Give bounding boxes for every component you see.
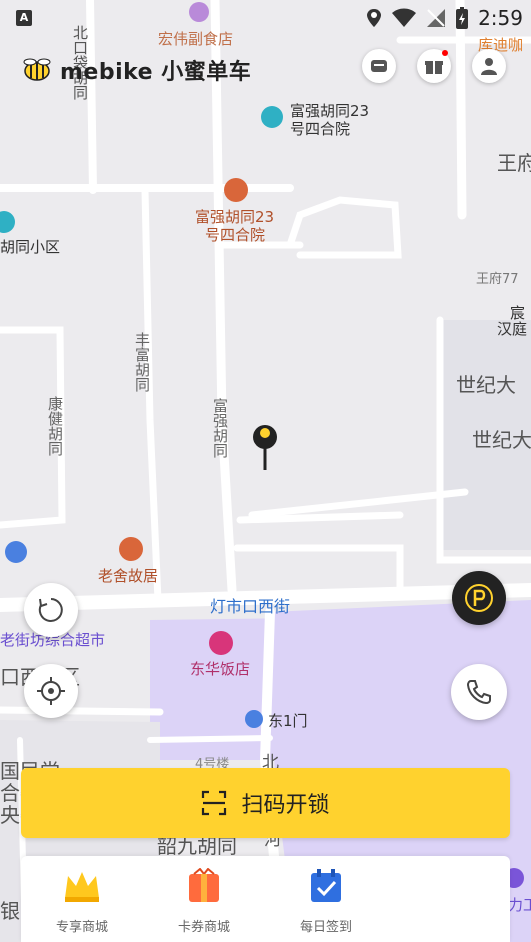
notification-dot [442,50,448,56]
phone-icon [466,680,491,705]
gift-button[interactable] [417,49,451,83]
user-icon [481,58,497,75]
scan-icon [202,790,227,816]
nav-label-daily-checkin: 每日签到 [299,920,352,935]
gift-icon [425,61,443,74]
map-label-fengfu: 丰富胡同 [133,332,151,393]
nav-item-daily-checkin[interactable]: 每日签到 [271,868,381,935]
museum-poi-icon [119,537,143,561]
map-label-wangfu: 王府 [497,151,531,175]
nav-item-vip-mall[interactable]: 专享商城 [27,868,137,935]
status-bar: A 2:59 [0,0,531,36]
map-label-laoshe: 老舍故居 [98,567,158,585]
map-label-fuqiang-b2: 号四合院 [205,226,265,244]
gate-poi-icon [245,710,263,728]
battery-icon [456,7,469,29]
cabinet-button[interactable] [362,49,396,83]
hotel-poi-icon [209,631,233,655]
no-signal-icon [427,9,446,27]
refresh-icon [38,598,63,622]
status-badge: A [16,10,32,26]
bee-logo-icon [23,58,51,81]
map-label-fuqiang-road: 富强胡同 [211,397,229,459]
map-label-dengshikou: 灯市口西街 [210,597,290,616]
landmark-poi-icon [224,178,248,202]
nav-label-vip-mall: 专享商城 [55,920,108,935]
cabinet-icon [371,60,387,72]
map-label-shijidasha-2: 世纪大 [472,428,531,452]
wifi-icon [392,8,417,27]
locate-icon [37,677,65,705]
map-label-yin: 银 [0,899,20,923]
map-label-shijidasha-1: 世纪大 [456,373,516,397]
scan-unlock-button[interactable]: 扫码开锁 [21,768,510,838]
hospital-poi-icon [261,106,283,128]
map-label-donghua: 东华饭店 [190,660,250,678]
brand-name: mebike 小蜜单车 [60,60,252,85]
map-label-fuqiang-poi-1: 富强胡同23 [290,102,369,120]
map-label-fuqiang-b1: 富强胡同23 [195,208,274,226]
nav-item-coupon-mall[interactable]: 卡券商城 [149,867,259,935]
clock: 2:59 [478,6,523,30]
scan-unlock-label: 扫码开锁 [241,793,330,818]
parking-icon [465,584,493,612]
toilet-poi-icon [5,541,27,563]
bottom-nav: 专享商城 卡券商城 每日签到 [21,856,510,942]
map-label-fuqiang-poi-2: 号四合院 [290,120,350,138]
header: mebike 小蜜单车 [0,36,531,96]
map-label-li: 力工 [508,896,531,914]
parking-button[interactable] [452,571,506,625]
user-button[interactable] [472,49,506,83]
phone-button[interactable] [451,664,507,720]
map-label-tonghutong: 胡同小区 [0,238,60,256]
coupon-bag-icon [189,867,219,902]
brand-logo: mebike 小蜜单车 [22,54,251,86]
calendar-check-icon [311,869,341,902]
refresh-button[interactable] [24,583,78,637]
nav-label-coupon-mall: 卡券商城 [177,920,230,935]
map-label-wangfu77: 王府77 [476,272,519,287]
location-status-icon [367,9,382,27]
crown-icon [65,872,99,902]
map-label-hanting: 汉庭 [497,320,527,338]
locate-button[interactable] [24,664,78,718]
map-label-dongmen: 东1门 [268,712,308,730]
map-label-kangjian: 康健胡同 [46,396,64,457]
